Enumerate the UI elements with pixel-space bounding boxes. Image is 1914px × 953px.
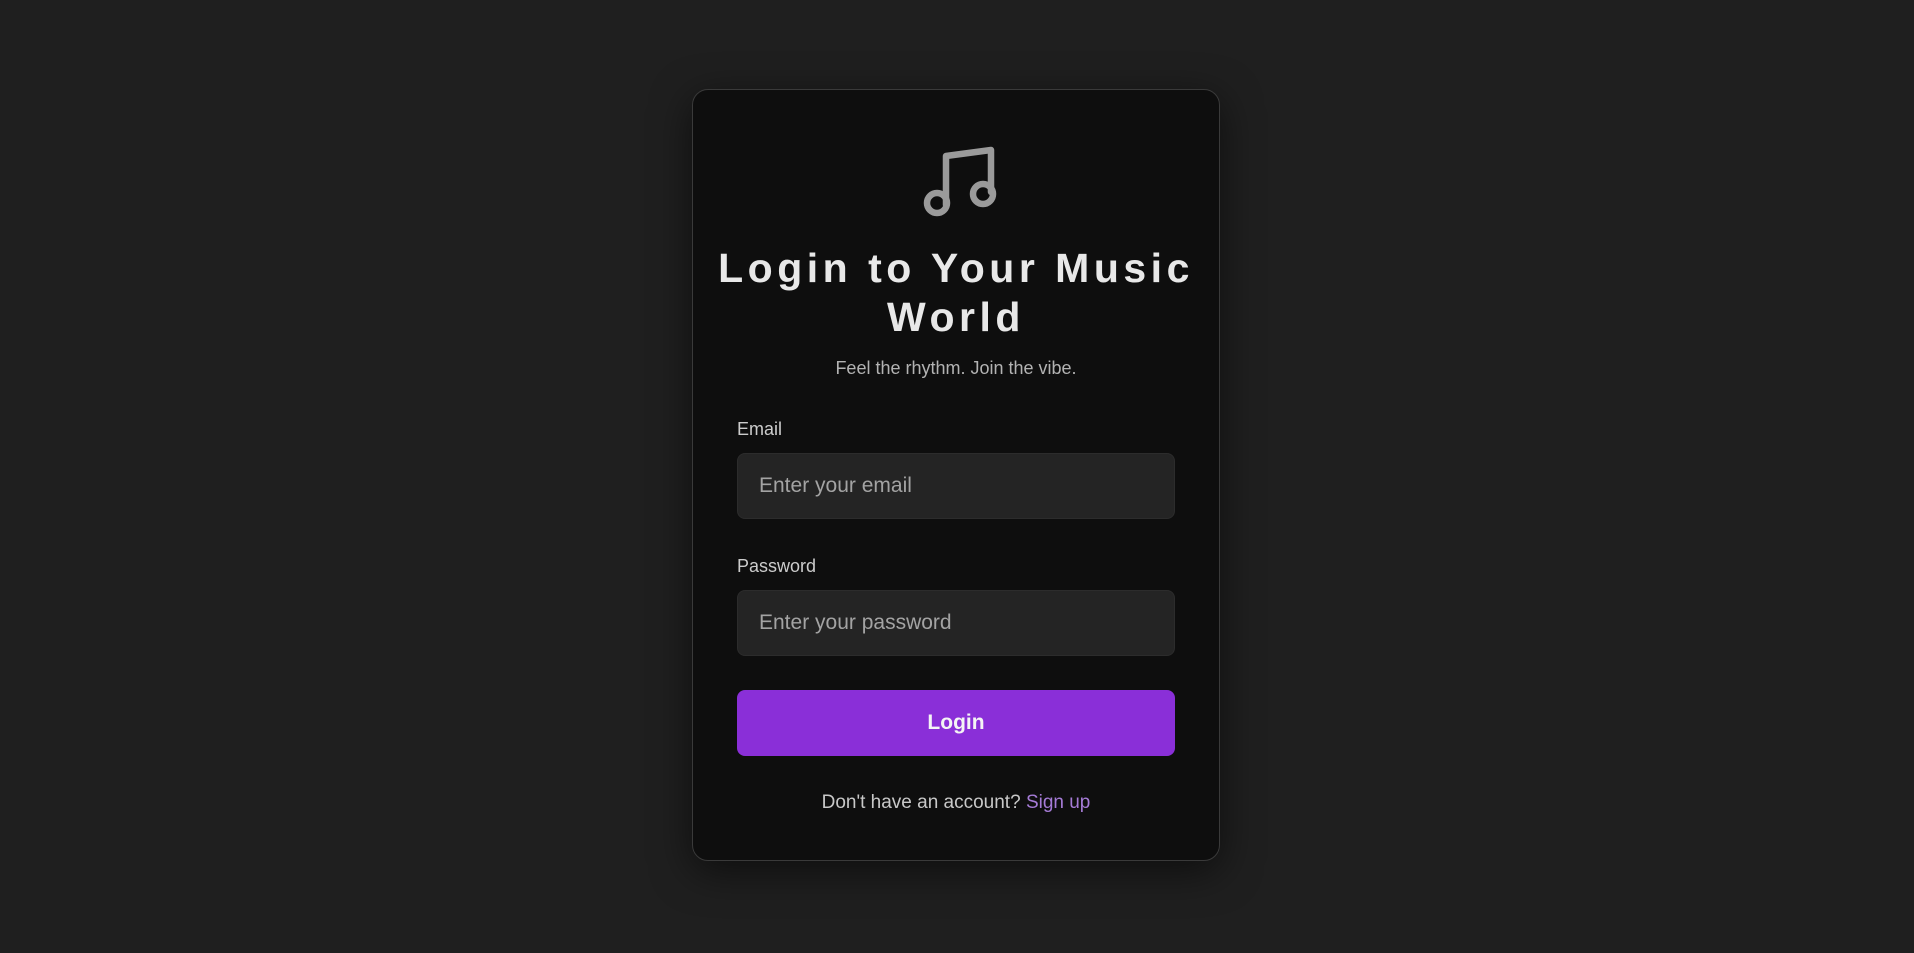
login-button[interactable]: Login bbox=[737, 690, 1175, 756]
page-title: Login to Your Music World bbox=[718, 245, 1194, 340]
email-field[interactable] bbox=[737, 453, 1175, 519]
signup-link[interactable]: Sign up bbox=[1026, 792, 1090, 813]
password-field[interactable] bbox=[737, 590, 1175, 656]
email-label: Email bbox=[737, 419, 783, 439]
page-subtitle: Feel the rhythm. Join the vibe. bbox=[835, 358, 1077, 378]
music-note-icon bbox=[923, 146, 997, 217]
login-card: Login to Your Music World Feel the rhyth… bbox=[692, 89, 1220, 861]
signup-prompt: Don't have an account? Sign up bbox=[693, 791, 1219, 815]
password-label: Password bbox=[737, 556, 817, 576]
signup-prompt-text: Don't have an account? bbox=[821, 792, 1021, 813]
